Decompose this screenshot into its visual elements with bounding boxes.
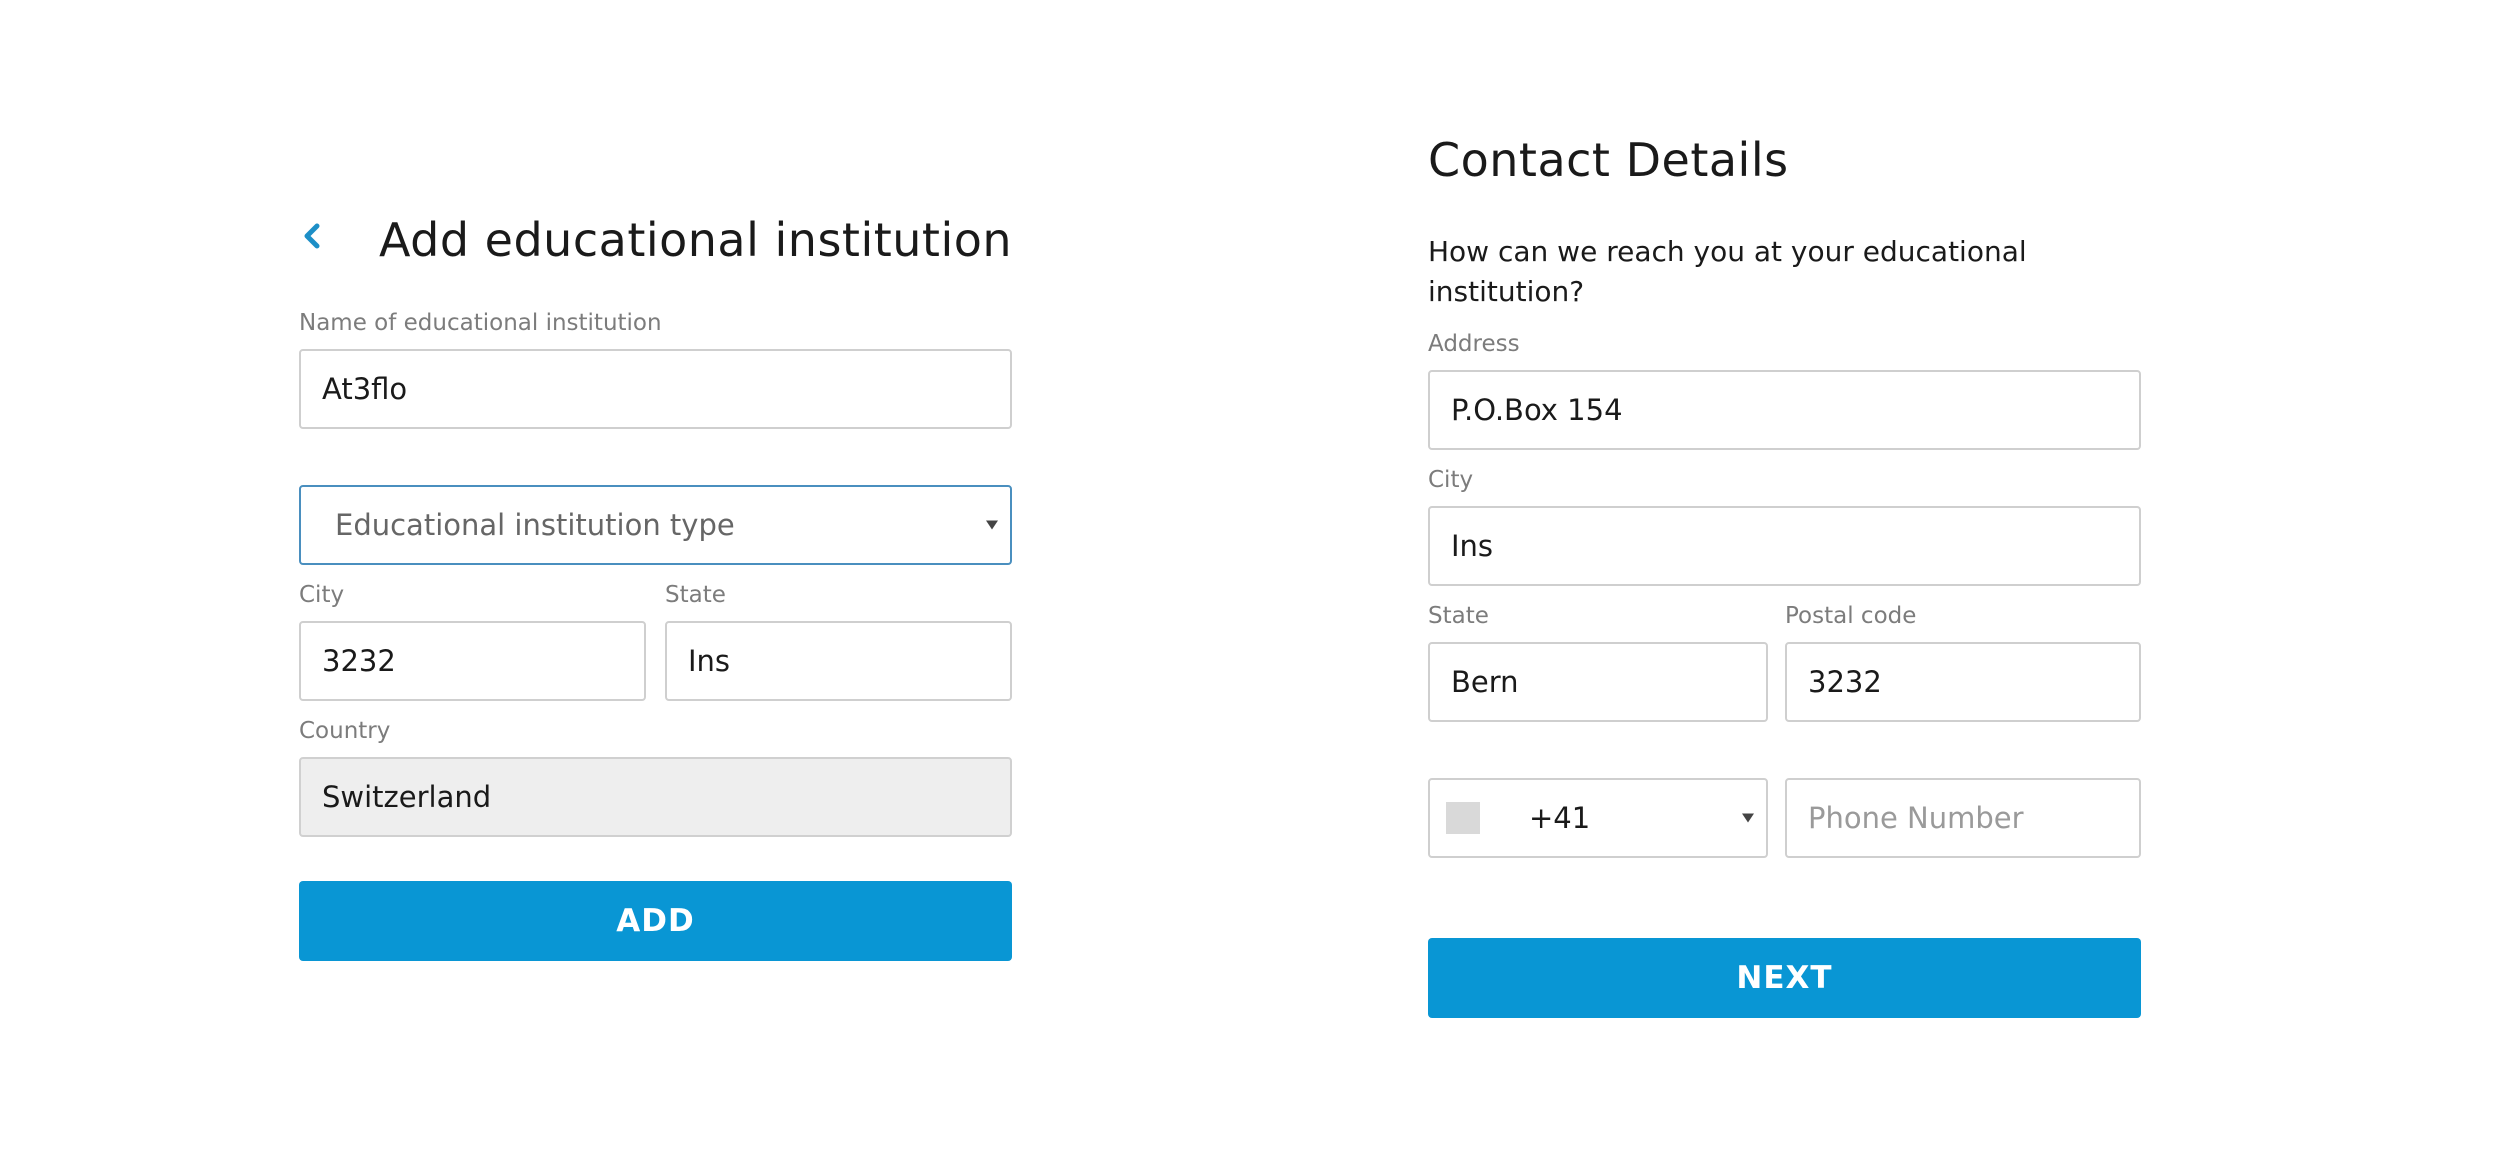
address-input[interactable]: P.O.Box 154	[1428, 370, 2141, 450]
institution-type-select-value: Educational institution type	[335, 508, 735, 542]
postal-code-label: Postal code	[1785, 603, 1917, 629]
postal-code-input[interactable]: 3232	[1785, 642, 2141, 722]
section-title: Contact Details	[1428, 133, 1789, 187]
state-label: State	[665, 582, 726, 608]
add-button[interactable]: ADD	[299, 881, 1012, 961]
country-code-select[interactable]: +41	[1428, 778, 1768, 858]
city-label: City	[1428, 467, 1474, 493]
city-input[interactable]: Ins	[1428, 506, 2141, 586]
chevron-down-icon	[1742, 813, 1754, 823]
next-button[interactable]: NEXT	[1428, 938, 2141, 1018]
institution-name-label: Name of educational institution	[299, 310, 662, 336]
chevron-down-icon	[986, 520, 998, 530]
institution-name-input[interactable]: At3flo	[299, 349, 1012, 429]
phone-number-placeholder: Phone Number	[1808, 801, 2024, 835]
city-label: City	[299, 582, 345, 608]
form-header: Add educational institution	[299, 205, 1012, 275]
state-input[interactable]: Bern	[1428, 642, 1768, 722]
flag-icon	[1446, 802, 1480, 834]
dial-code: +41	[1529, 801, 1591, 835]
page-title: Add educational institution	[379, 213, 1013, 267]
city-input[interactable]: 3232	[299, 621, 646, 701]
address-label: Address	[1428, 331, 1520, 357]
contact-details-form: Contact Details How can we reach you at …	[1428, 0, 2141, 1175]
state-input[interactable]: Ins	[665, 621, 1012, 701]
phone-number-input[interactable]: Phone Number	[1785, 778, 2141, 858]
state-label: State	[1428, 603, 1489, 629]
section-subtitle: How can we reach you at your educational…	[1428, 235, 2027, 308]
institution-type-select[interactable]: Educational institution type	[299, 485, 1012, 565]
back-button[interactable]	[299, 211, 329, 261]
country-label: Country	[299, 718, 391, 744]
country-input: Switzerland	[299, 757, 1012, 837]
chevron-left-icon	[304, 223, 320, 249]
add-institution-form: Add educational institution Name of educ…	[299, 0, 1012, 1175]
